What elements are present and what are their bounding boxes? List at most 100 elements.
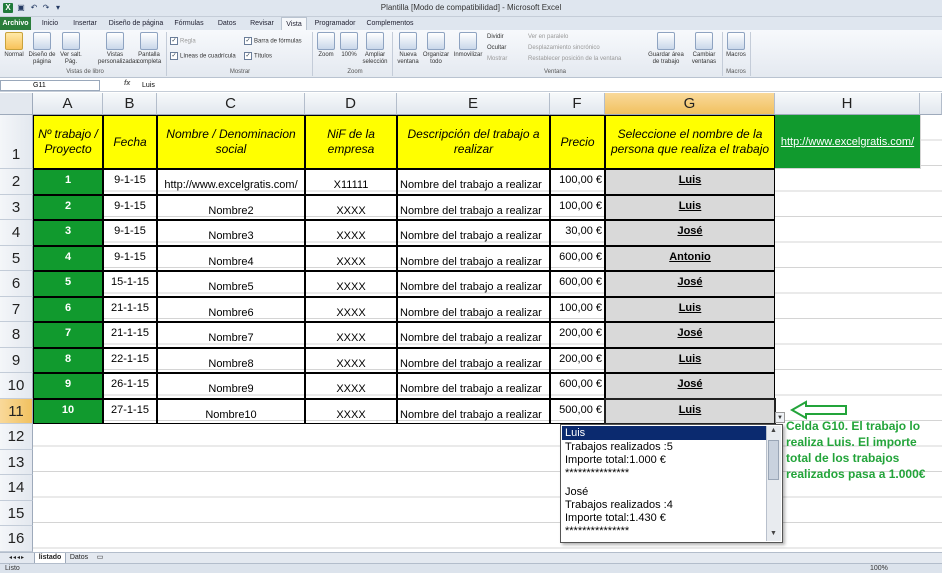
zoom-selection-button[interactable]: Ampliar selección	[361, 32, 389, 66]
tab-diseno-pagina[interactable]: Diseño de página	[106, 17, 166, 30]
cell-persona[interactable]: José	[605, 373, 775, 399]
column-header-b[interactable]: B	[103, 93, 157, 115]
cell-num[interactable]: 6	[33, 297, 103, 322]
dropdown-line[interactable]: Trabajos realizados :4	[565, 499, 673, 512]
mostrar-button[interactable]: Mostrar	[487, 55, 507, 63]
row-header-1[interactable]: 1	[0, 115, 33, 169]
tab-programador[interactable]: Programador	[310, 17, 360, 30]
column-header-e[interactable]: E	[397, 93, 550, 115]
validation-dropdown[interactable]: Luis Trabajos realizados :5 Importe tota…	[560, 424, 783, 543]
row-header-6[interactable]: 6	[0, 271, 33, 297]
row-header-11[interactable]: 11	[0, 399, 33, 424]
cell-precio[interactable]: 100,00 €	[550, 195, 605, 220]
cell-descripcion[interactable]: Nombre del trabajo a realizar	[397, 322, 550, 348]
cell-precio[interactable]: 200,00 €	[550, 322, 605, 348]
name-box[interactable]: G11	[0, 80, 100, 91]
cell-num[interactable]: 7	[33, 322, 103, 348]
freeze-panes-button[interactable]: Inmovilizar	[452, 32, 484, 59]
cell-descripcion[interactable]: Nombre del trabajo a realizar	[397, 348, 550, 373]
column-header-f[interactable]: F	[550, 93, 605, 115]
tab-archivo[interactable]: Archivo	[0, 17, 31, 30]
tab-formulas[interactable]: Fórmulas	[170, 17, 208, 30]
column-header-a[interactable]: A	[33, 93, 103, 115]
new-sheet-icon[interactable]: ▭	[94, 553, 106, 563]
cell-nombre[interactable]: http://www.excelgratis.com/	[157, 169, 305, 195]
ocultar-button[interactable]: Ocultar	[487, 44, 506, 52]
row-header-7[interactable]: 7	[0, 297, 33, 322]
cell-nombre[interactable]: Nombre6	[157, 297, 305, 322]
cell-fecha[interactable]: 9-1-15	[103, 220, 157, 246]
tab-insertar[interactable]: Insertar	[68, 17, 102, 30]
cell-descripcion[interactable]: Nombre del trabajo a realizar	[397, 246, 550, 271]
cell-precio[interactable]: 30,00 €	[550, 220, 605, 246]
row-header-2[interactable]: 2	[0, 169, 33, 195]
column-header-h[interactable]: H	[775, 93, 920, 115]
row-header-4[interactable]: 4	[0, 220, 33, 246]
zoom-100-button[interactable]: 100%	[339, 32, 359, 59]
fx-icon[interactable]: fx	[124, 80, 130, 87]
cell-descripcion[interactable]: Nombre del trabajo a realizar	[397, 297, 550, 322]
cell-descripcion[interactable]: Nombre del trabajo a realizar	[397, 399, 550, 424]
cell-nif[interactable]: XXXX	[305, 271, 397, 297]
dropdown-line[interactable]: ***************	[565, 467, 629, 480]
cell-fecha[interactable]: 9-1-15	[103, 195, 157, 220]
tab-revisar[interactable]: Revisar	[246, 17, 278, 30]
cell-descripcion[interactable]: Nombre del trabajo a realizar	[397, 169, 550, 195]
cell-nombre[interactable]: Nombre7	[157, 322, 305, 348]
cell-num[interactable]: 9	[33, 373, 103, 399]
restablecer-posicion-button[interactable]: Restablecer posición de la ventana	[528, 55, 621, 63]
column-header-d[interactable]: D	[305, 93, 397, 115]
scroll-down-icon[interactable]: ▼	[768, 530, 779, 540]
cell-num[interactable]: 5	[33, 271, 103, 297]
cell-persona[interactable]: José	[605, 220, 775, 246]
row-header-3[interactable]: 3	[0, 195, 33, 220]
page-break-view-button[interactable]: Ver salt. Pág.	[58, 32, 84, 66]
cell-fecha[interactable]: 21-1-15	[103, 322, 157, 348]
sheet-tab-datos[interactable]: Datos	[66, 553, 92, 563]
cell-nif[interactable]: XXXX	[305, 399, 397, 424]
row-header-16[interactable]: 16	[0, 526, 33, 552]
dropdown-line[interactable]: Trabajos realizados :5	[565, 441, 673, 454]
cell-precio[interactable]: 100,00 €	[550, 297, 605, 322]
barra-formulas-checkbox[interactable]: ✓ Barra de fórmulas	[244, 37, 302, 46]
cell-descripcion[interactable]: Nombre del trabajo a realizar	[397, 373, 550, 399]
cell-nif[interactable]: XXXX	[305, 297, 397, 322]
row-header-5[interactable]: 5	[0, 246, 33, 271]
dropdown-scrollbar[interactable]: ▲ ▼	[766, 426, 781, 541]
cell-fecha[interactable]: 15-1-15	[103, 271, 157, 297]
zoom-button[interactable]: Zoom	[315, 32, 337, 59]
regla-checkbox[interactable]: ✓ Regla	[170, 37, 196, 46]
new-window-button[interactable]: Nueva ventana	[395, 32, 421, 66]
scroll-up-icon[interactable]: ▲	[768, 427, 779, 437]
row-header-8[interactable]: 8	[0, 322, 33, 348]
cell-descripcion[interactable]: Nombre del trabajo a realizar	[397, 271, 550, 297]
cell-fecha[interactable]: 9-1-15	[103, 169, 157, 195]
cell-nif[interactable]: XXXX	[305, 348, 397, 373]
scroll-thumb[interactable]	[768, 440, 779, 480]
row-header-9[interactable]: 9	[0, 348, 33, 373]
lineas-cuadricula-checkbox[interactable]: ✓ Líneas de cuadrícula	[170, 52, 236, 61]
normal-view-button[interactable]: Normal	[2, 32, 26, 59]
tab-inicio[interactable]: Inicio	[35, 17, 65, 30]
cell-num[interactable]: 4	[33, 246, 103, 271]
cell-persona[interactable]: José	[605, 271, 775, 297]
dropdown-line[interactable]: ***************	[565, 525, 629, 538]
cell-descripcion[interactable]: Nombre del trabajo a realizar	[397, 195, 550, 220]
link-cell-h[interactable]: http://www.excelgratis.com/	[775, 115, 921, 169]
sheet-nav-icon[interactable]: ◂◂◂▸	[2, 553, 32, 563]
cell-nif[interactable]: XXXX	[305, 373, 397, 399]
row-header-15[interactable]: 15	[0, 501, 33, 526]
cell-fecha[interactable]: 9-1-15	[103, 246, 157, 271]
row-header-13[interactable]: 13	[0, 450, 33, 475]
row-header-10[interactable]: 10	[0, 373, 33, 399]
row-header-14[interactable]: 14	[0, 475, 33, 501]
header-cell-b[interactable]: Fecha	[103, 115, 157, 169]
tab-vista[interactable]: Vista	[281, 17, 307, 31]
cell-nif[interactable]: XXXX	[305, 246, 397, 271]
header-cell-c[interactable]: Nombre / Denominacion social	[157, 115, 305, 169]
cell-fecha[interactable]: 27-1-15	[103, 399, 157, 424]
header-cell-f[interactable]: Precio	[550, 115, 605, 169]
cell-nombre[interactable]: Nombre4	[157, 246, 305, 271]
cell-precio[interactable]: 500,00 €	[550, 399, 605, 424]
cell-num[interactable]: 10	[33, 399, 103, 424]
